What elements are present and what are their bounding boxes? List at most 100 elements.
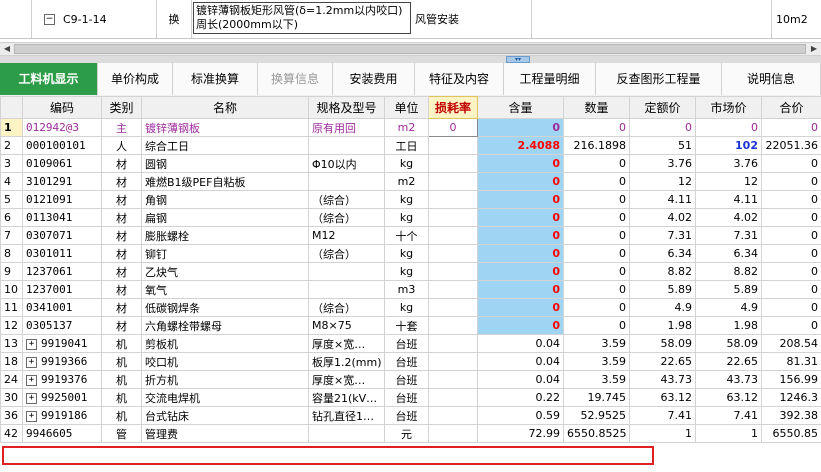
loss-rate-cell[interactable] bbox=[428, 172, 478, 191]
header-content[interactable]: 含量 bbox=[477, 96, 564, 119]
tab-standard-conversion[interactable]: 标准换算 bbox=[173, 63, 258, 95]
content-cell[interactable]: 0 bbox=[477, 226, 564, 245]
header-unit[interactable]: 单位 bbox=[384, 96, 429, 119]
tab-price-composition[interactable]: 单价构成 bbox=[98, 63, 173, 95]
table-row[interactable]: 8 0301011 材 铆钉 （综合） kg 0 0 6.34 6.34 0 bbox=[0, 244, 821, 263]
tab-install-fee[interactable]: 安装费用 bbox=[333, 63, 415, 95]
table-row[interactable]: 11 0341001 材 低碳钢焊条 （综合） kg 0 0 4.9 4.9 0 bbox=[0, 298, 821, 317]
market-price-cell[interactable]: 12 bbox=[695, 172, 762, 191]
market-price-cell[interactable]: 102 bbox=[695, 136, 762, 155]
table-row[interactable]: 6 0113041 材 扁钢 （综合） kg 0 0 4.02 4.02 0 bbox=[0, 208, 821, 227]
content-cell[interactable]: 0 bbox=[477, 208, 564, 227]
header-spec[interactable]: 规格及型号 bbox=[308, 96, 385, 119]
tab-conversion-info[interactable]: 换算信息 bbox=[258, 63, 333, 95]
expand-icon[interactable]: + bbox=[26, 392, 37, 404]
loss-rate-cell[interactable] bbox=[428, 352, 478, 371]
expand-icon[interactable]: + bbox=[26, 410, 37, 422]
scroll-right-icon[interactable]: ▶ bbox=[807, 43, 821, 55]
header-category[interactable]: 类别 bbox=[101, 96, 142, 119]
content-cell[interactable]: 0.04 bbox=[477, 370, 564, 389]
market-price-cell[interactable]: 6.34 bbox=[695, 244, 762, 263]
upper-item-row[interactable]: − C9-1-14 换 镀锌薄钢板矩形风管(δ=1.2mm以内咬口) 周长(20… bbox=[0, 0, 821, 39]
table-row[interactable]: 3 0109061 材 圆钢 Φ10以内 kg 0 0 3.76 3.76 0 bbox=[0, 154, 821, 173]
header-total[interactable]: 合价 bbox=[761, 96, 821, 119]
content-cell[interactable]: 0 bbox=[477, 316, 564, 335]
market-price-cell[interactable]: 58.09 bbox=[695, 334, 762, 353]
header-name[interactable]: 名称 bbox=[141, 96, 309, 119]
header-loss-rate[interactable]: 损耗率 bbox=[428, 96, 478, 119]
table-row[interactable]: 12 0305137 材 六角螺栓带螺母 M8×75 十套 0 0 1.98 1.98 0 bbox=[0, 316, 821, 335]
market-price-cell[interactable]: 7.41 bbox=[695, 406, 762, 425]
market-price-cell[interactable]: 3.76 bbox=[695, 154, 762, 173]
table-row[interactable]: 2 000100101 人 综合工日 工日 2.4088 216.1898 51 102 2205… bbox=[0, 136, 821, 155]
market-price-cell[interactable]: 4.02 bbox=[695, 208, 762, 227]
market-price-cell[interactable]: 0 bbox=[695, 118, 762, 137]
loss-rate-cell[interactable] bbox=[428, 154, 478, 173]
loss-rate-cell[interactable] bbox=[428, 136, 478, 155]
content-cell[interactable]: 0 bbox=[477, 190, 564, 209]
header-quantity[interactable]: 数量 bbox=[563, 96, 630, 119]
splitter-grip-icon[interactable]: ▾▾ bbox=[506, 56, 530, 63]
content-cell[interactable]: 72.99 bbox=[477, 424, 564, 443]
table-row[interactable]: 30 +9925001 机 交流电焊机 容量21(kV… 台班 0.22 19.745 63.1… bbox=[0, 388, 821, 407]
expand-icon[interactable]: + bbox=[26, 356, 37, 368]
content-cell[interactable]: 0.22 bbox=[477, 388, 564, 407]
expand-icon[interactable]: + bbox=[26, 338, 37, 350]
collapse-icon[interactable]: − bbox=[44, 13, 55, 25]
content-cell[interactable]: 0 bbox=[477, 244, 564, 263]
upper-name-editor[interactable]: 镀锌薄钢板矩形风管(δ=1.2mm以内咬口) 周长(2000mm以下) bbox=[193, 2, 411, 34]
loss-rate-cell[interactable]: 0 bbox=[428, 118, 478, 137]
table-row[interactable]: 1 012942@3 主 镀锌薄钢板 原有用回 m2 0 0 0 0 0 0 bbox=[0, 118, 821, 137]
content-cell[interactable]: 0.59 bbox=[477, 406, 564, 425]
table-row[interactable]: 4 3101291 材 难燃B1级PEF自粘板 m2 0 0 12 12 0 bbox=[0, 172, 821, 191]
market-price-cell[interactable]: 63.12 bbox=[695, 388, 762, 407]
table-row[interactable]: 13 +9919041 机 剪板机 厚度×宽… 台班 0.04 3.59 58.09 58.09 2… bbox=[0, 334, 821, 353]
table-row[interactable]: 36 +9919186 机 台式钻床 钻孔直径1… 台班 0.59 52.9525 7.41 7.… bbox=[0, 406, 821, 425]
loss-rate-cell[interactable] bbox=[428, 406, 478, 425]
market-price-cell[interactable]: 5.89 bbox=[695, 280, 762, 299]
table-row[interactable]: 10 1237001 材 氧气 m3 0 0 5.89 5.89 0 bbox=[0, 280, 821, 299]
content-cell[interactable]: 0 bbox=[477, 262, 564, 281]
header-quota-price[interactable]: 定额价 bbox=[629, 96, 696, 119]
scrollbar-thumb[interactable] bbox=[14, 44, 806, 54]
market-price-cell[interactable]: 22.65 bbox=[695, 352, 762, 371]
horizontal-scrollbar[interactable]: ◀ ▶ bbox=[0, 42, 821, 56]
loss-rate-cell[interactable] bbox=[428, 424, 478, 443]
content-cell[interactable]: 0 bbox=[477, 154, 564, 173]
table-row[interactable]: 5 0121091 材 角钢 （综合） kg 0 0 4.11 4.11 0 bbox=[0, 190, 821, 209]
content-cell[interactable]: 0 bbox=[477, 118, 564, 137]
market-price-cell[interactable]: 43.73 bbox=[695, 370, 762, 389]
loss-rate-cell[interactable] bbox=[428, 262, 478, 281]
header-market-price[interactable]: 市场价 bbox=[695, 96, 762, 119]
loss-rate-cell[interactable] bbox=[428, 370, 478, 389]
loss-rate-cell[interactable] bbox=[428, 208, 478, 227]
loss-rate-cell[interactable] bbox=[428, 244, 478, 263]
market-price-cell[interactable]: 1.98 bbox=[695, 316, 762, 335]
content-cell[interactable]: 0.04 bbox=[477, 334, 564, 353]
loss-rate-cell[interactable] bbox=[428, 226, 478, 245]
table-row[interactable]: 7 0307071 材 膨胀螺栓 M12 十个 0 0 7.31 7.31 0 bbox=[0, 226, 821, 245]
content-cell[interactable]: 0 bbox=[477, 172, 564, 191]
market-price-cell[interactable]: 8.82 bbox=[695, 262, 762, 281]
tab-labor-material-machine[interactable]: 工料机显示 bbox=[0, 63, 98, 95]
tab-description[interactable]: 说明信息 bbox=[722, 63, 821, 95]
market-price-cell[interactable]: 4.9 bbox=[695, 298, 762, 317]
loss-rate-cell[interactable] bbox=[428, 190, 478, 209]
loss-rate-cell[interactable] bbox=[428, 334, 478, 353]
loss-rate-cell[interactable] bbox=[428, 298, 478, 317]
market-price-cell[interactable]: 1 bbox=[695, 424, 762, 443]
expand-icon[interactable]: + bbox=[26, 374, 37, 386]
market-price-cell[interactable]: 7.31 bbox=[695, 226, 762, 245]
tab-features-content[interactable]: 特征及内容 bbox=[415, 63, 504, 95]
tab-quantity-detail[interactable]: 工程量明细 bbox=[504, 63, 596, 95]
content-cell[interactable]: 0 bbox=[477, 280, 564, 299]
loss-rate-cell[interactable] bbox=[428, 388, 478, 407]
panel-splitter[interactable]: ▾▾ bbox=[0, 56, 821, 63]
content-cell[interactable]: 0 bbox=[477, 298, 564, 317]
tab-reverse-lookup[interactable]: 反查图形工程量 bbox=[596, 63, 722, 95]
content-cell[interactable]: 0.04 bbox=[477, 352, 564, 371]
upper-code-cell[interactable]: − C9-1-14 bbox=[32, 0, 157, 38]
table-row[interactable]: 24 +9919376 机 折方机 厚度×宽… 台班 0.04 3.59 43.73 43.73 1… bbox=[0, 370, 821, 389]
loss-rate-cell[interactable] bbox=[428, 280, 478, 299]
content-cell[interactable]: 2.4088 bbox=[477, 136, 564, 155]
